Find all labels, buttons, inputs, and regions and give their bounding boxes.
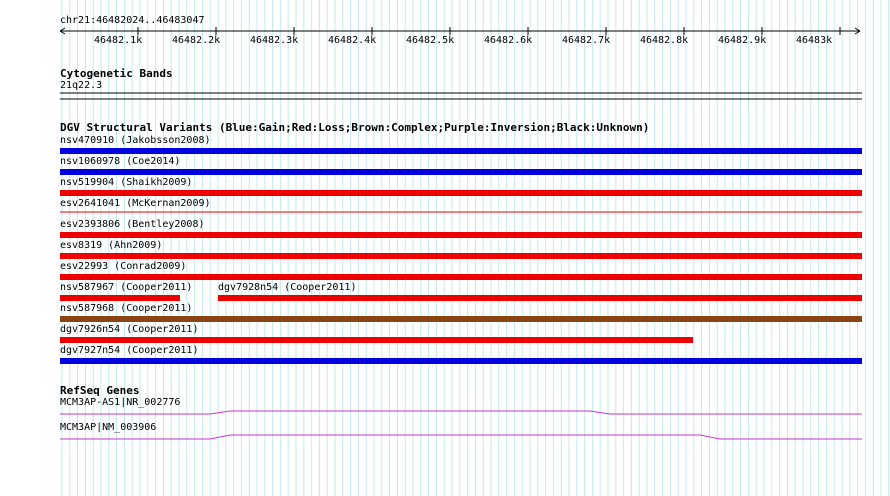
dgv-feature-bar[interactable]: [60, 148, 862, 154]
dgv-feature-bar[interactable]: [60, 232, 862, 238]
ruler-tick-label: 46482.6k: [484, 35, 533, 46]
cytoband-track-title[interactable]: Cytogenetic Bands: [60, 67, 173, 80]
ruler-tick-label: 46482.1k: [94, 35, 143, 46]
dgv-feature-bar[interactable]: [60, 316, 862, 322]
ruler-tick-label: 46482.8k: [640, 35, 689, 46]
dgv-feature-label[interactable]: dgv7927n54 (Cooper2011): [60, 345, 198, 357]
cytoband-lines: [60, 92, 862, 100]
dgv-feature-label[interactable]: esv2393806 (Bentley2008): [60, 219, 205, 231]
dgv-feature-label[interactable]: esv22993 (Conrad2009): [60, 261, 186, 273]
dgv-feature-bar[interactable]: [60, 274, 862, 280]
dgv-feature-label[interactable]: esv8319 (Ahn2009): [60, 240, 162, 252]
dgv-feature-label[interactable]: dgv7926n54 (Cooper2011): [60, 324, 198, 336]
ruler-tick-label: 46482.3k: [250, 35, 299, 46]
dgv-feature-label[interactable]: nsv1060978 (Coe2014): [60, 156, 180, 168]
ruler-tick-label: 46482.5k: [406, 35, 455, 46]
dgv-feature-bar[interactable]: [60, 253, 862, 259]
dgv-feature-label[interactable]: esv2641041 (McKernan2009): [60, 198, 211, 210]
gene-line-mcm3ap-as1[interactable]: [60, 410, 862, 415]
dgv-feature-label[interactable]: nsv519904 (Shaikh2009): [60, 177, 192, 189]
background-grid: [61, 0, 890, 496]
dgv-track-title[interactable]: DGV Structural Variants (Blue:Gain;Red:L…: [60, 121, 649, 134]
dgv-feature-label[interactable]: nsv470910 (Jakobsson2008): [60, 135, 211, 147]
dgv-feature-bar[interactable]: [60, 337, 693, 343]
dgv-feature-label[interactable]: dgv7928n54 (Cooper2011): [218, 282, 356, 294]
dgv-feature-label[interactable]: nsv587967 (Cooper2011): [60, 282, 192, 294]
ruler-tick-label: 46482.2k: [172, 35, 221, 46]
refseq-track-title[interactable]: RefSeq Genes: [60, 384, 139, 397]
gene-label-mcm3ap-as1[interactable]: MCM3AP-AS1|NR_002776: [60, 397, 180, 409]
dgv-feature-bar[interactable]: [60, 190, 862, 196]
ruler-coordinates: chr21:46482024..46483047: [60, 15, 205, 26]
ruler-tick-label: 46482.7k: [562, 35, 611, 46]
gene-label-mcm3ap[interactable]: MCM3AP|NM_003906: [60, 422, 156, 434]
dgv-feature-label[interactable]: nsv587968 (Cooper2011): [60, 303, 192, 315]
refseq-gene-lines: [60, 410, 862, 440]
ruler-tick-label: 46482.4k: [328, 35, 377, 46]
cytoband-label: 21q22.3: [60, 80, 103, 91]
dgv-feature-bar[interactable]: [60, 358, 862, 364]
dgv-feature-bar[interactable]: [218, 295, 862, 301]
gene-line-mcm3ap[interactable]: [60, 434, 862, 440]
ruler-tick-label: 46483k: [796, 35, 833, 46]
dgv-feature-bar[interactable]: [60, 169, 862, 175]
dgv-feature-bar[interactable]: [60, 295, 180, 301]
ruler-tick-label: 46482.9k: [718, 35, 767, 46]
